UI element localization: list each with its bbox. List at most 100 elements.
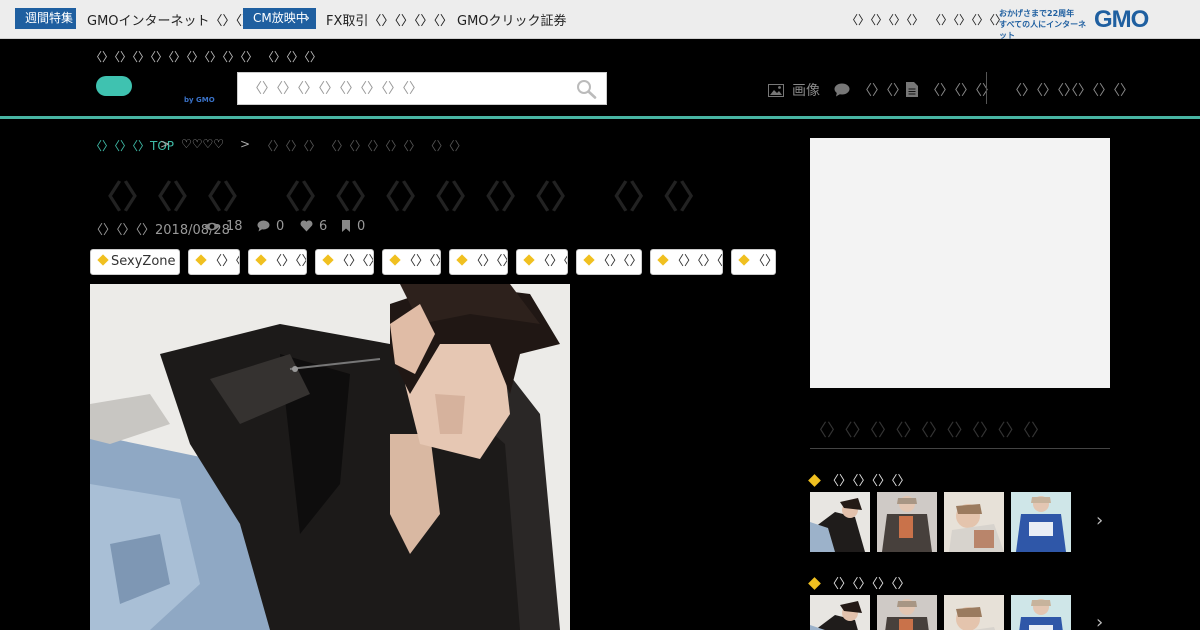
comment-icon bbox=[257, 220, 270, 232]
tag-item[interactable]: 〈〉〈〉〈〉〈〉〈〉 bbox=[576, 249, 642, 275]
tag-label: 〈〉〈〉〈〉〈〉 bbox=[470, 254, 507, 269]
tag-icon bbox=[738, 254, 750, 266]
tag-label: 〈〉〈〉〈〉〈〉 bbox=[403, 254, 440, 269]
tag-item[interactable]: 〈〉〈〉〈〉〈〉 bbox=[449, 249, 508, 275]
eye-icon bbox=[204, 222, 220, 231]
gmo-top-bar: 週間特集 › GMOインターネット〈〉〈〉 CM放映中 › FX取引〈〉〈〉〈〉… bbox=[0, 0, 1200, 41]
document-icon bbox=[906, 82, 918, 97]
thumbnail[interactable] bbox=[944, 492, 1004, 552]
chevron-right-icon[interactable]: › bbox=[1096, 612, 1103, 630]
site-tagline: 〈〉〈〉〈〉〈〉〈〉〈〉〈〉〈〉〈〉 〈〉〈〉〈〉 bbox=[90, 50, 322, 64]
gmo-logo[interactable]: GMO bbox=[1094, 6, 1149, 34]
tag-label: 〈〉〈〉〈〉〈〉 bbox=[269, 254, 306, 269]
like-count-value: 6 bbox=[319, 219, 328, 234]
thumbnail[interactable] bbox=[810, 492, 870, 552]
tag-item[interactable]: 〈〉〈〉〈〉〈〉 bbox=[382, 249, 441, 275]
thumbnail[interactable] bbox=[1011, 492, 1071, 552]
tag-icon bbox=[322, 254, 334, 266]
chevron-right-icon: › bbox=[304, 11, 310, 26]
tag-label: 〈〉〈〉 bbox=[752, 254, 776, 269]
tag-item[interactable]: SexyZone bbox=[90, 249, 180, 275]
comment-icon bbox=[834, 83, 850, 97]
thumbnail-image bbox=[877, 595, 937, 630]
thumbnail-image bbox=[1011, 492, 1071, 552]
heart-icon bbox=[300, 220, 313, 232]
search-icon[interactable] bbox=[576, 79, 598, 99]
cm-badge[interactable]: CM放映中 › bbox=[243, 8, 316, 29]
sidebar-group-label: 〈〉〈〉〈〉〈〉 bbox=[826, 577, 911, 592]
header-accent-line bbox=[0, 116, 1200, 119]
thumbnail[interactable] bbox=[810, 595, 870, 630]
tag-icon bbox=[808, 577, 821, 590]
tag-item[interactable]: 〈〉〈〉〈〉〈〉〈〉〈〉 bbox=[650, 249, 723, 275]
image-icon bbox=[768, 84, 784, 97]
tag-icon bbox=[523, 254, 535, 266]
chevron-right-icon[interactable]: › bbox=[1096, 510, 1103, 531]
photo-illustration bbox=[90, 284, 570, 630]
tag-icon bbox=[808, 474, 821, 487]
search-input[interactable] bbox=[238, 73, 568, 104]
nav-images-label: 画像 bbox=[792, 83, 820, 99]
sidebar-heading: 〈〉〈〉〈〉〈〉〈〉〈〉〈〉〈〉〈〉 bbox=[810, 421, 1048, 441]
nav-comments[interactable]: 〈〉〈〉 bbox=[834, 80, 907, 100]
gmo-anniversary: おかげさまで22周年 すべての人にインターネット bbox=[999, 8, 1093, 41]
tag-item[interactable]: 〈〉〈〉〈〉 bbox=[516, 249, 568, 275]
sidebar-group-label: 〈〉〈〉〈〉〈〉 bbox=[826, 474, 911, 489]
tag-icon bbox=[389, 254, 401, 266]
tag-label: 〈〉〈〉〈〉〈〉〈〉〈〉 bbox=[671, 254, 723, 269]
thumbnail[interactable] bbox=[1011, 595, 1071, 630]
nav-comments-label: 〈〉〈〉 bbox=[858, 83, 907, 99]
gmo-link-1[interactable]: 〈〉〈〉〈〉〈〉 bbox=[846, 11, 924, 28]
tag-icon bbox=[195, 254, 207, 266]
main-photo[interactable] bbox=[90, 284, 570, 630]
view-count: 18 bbox=[204, 219, 243, 234]
search-box bbox=[237, 72, 607, 105]
sidebar-divider bbox=[810, 448, 1110, 449]
sidebar-group-title[interactable]: 〈〉〈〉〈〉〈〉 bbox=[808, 573, 911, 592]
nav-register[interactable]: 〈〉〈〉〈〉 bbox=[1064, 80, 1134, 100]
site-logo-sub: by GMO bbox=[184, 96, 215, 104]
nav-divider bbox=[986, 72, 987, 104]
tag-icon bbox=[97, 254, 109, 266]
featured-badge[interactable]: 週間特集 › bbox=[15, 8, 76, 29]
featured-text[interactable]: GMOインターネット〈〉〈〉 bbox=[87, 10, 255, 29]
thumbnail-image bbox=[810, 492, 870, 552]
ad-placeholder[interactable] bbox=[810, 138, 1110, 388]
tag-item[interactable]: 〈〉〈〉〈〉 bbox=[188, 249, 240, 275]
view-count-value: 18 bbox=[226, 219, 243, 234]
tag-item[interactable]: 〈〉〈〉〈〉〈〉 bbox=[315, 249, 374, 275]
tag-icon bbox=[657, 254, 669, 266]
comment-count-value: 0 bbox=[276, 219, 285, 234]
cm-badge-label: CM放映中 bbox=[253, 11, 308, 25]
thumbnail-image bbox=[1011, 595, 1071, 630]
bookmark-count-value: 0 bbox=[357, 219, 366, 234]
anniversary-line-2: すべての人にインターネット bbox=[999, 20, 1087, 40]
tag-label: 〈〉〈〉〈〉 bbox=[537, 254, 568, 269]
breadcrumb-separator: > bbox=[240, 137, 251, 151]
page-title: 〈〉〈〉〈〉 〈〉〈〉〈〉〈〉〈〉〈〉 〈〉〈〉 bbox=[90, 178, 713, 216]
bookmark-count: 0 bbox=[341, 219, 365, 234]
thumbnail[interactable] bbox=[944, 595, 1004, 630]
thumbnail-image bbox=[944, 492, 1004, 552]
thumbnail[interactable] bbox=[877, 492, 937, 552]
sidebar-group-title[interactable]: 〈〉〈〉〈〉〈〉 bbox=[808, 470, 911, 489]
nav-articles[interactable]: 〈〉〈〉〈〉 bbox=[906, 80, 996, 100]
tag-item[interactable]: 〈〉〈〉〈〉〈〉 bbox=[248, 249, 307, 275]
chevron-right-icon: › bbox=[64, 11, 70, 26]
tag-label: SexyZone bbox=[111, 254, 176, 269]
thumbnail[interactable] bbox=[877, 595, 937, 630]
bookmark-icon bbox=[342, 220, 350, 232]
tag-item[interactable]: 〈〉〈〉 bbox=[731, 249, 776, 275]
thumbnail-image bbox=[810, 595, 870, 630]
gmo-link-2[interactable]: 〈〉〈〉〈〉〈〉 bbox=[929, 11, 1007, 28]
cm-text[interactable]: FX取引〈〉〈〉〈〉〈〉 GMOクリック証券 bbox=[326, 10, 567, 29]
thumbnail-image bbox=[877, 492, 937, 552]
comment-count: 0 bbox=[257, 219, 284, 234]
tag-label: 〈〉〈〉〈〉 bbox=[209, 254, 240, 269]
nav-images[interactable]: 画像 bbox=[768, 80, 820, 100]
breadcrumb-separator: > bbox=[160, 137, 171, 151]
site-logo[interactable] bbox=[96, 76, 132, 96]
tag-icon bbox=[255, 254, 267, 266]
tag-label: 〈〉〈〉〈〉〈〉〈〉 bbox=[597, 254, 642, 269]
breadcrumb-category[interactable]: ♡♡♡♡ bbox=[181, 137, 224, 151]
